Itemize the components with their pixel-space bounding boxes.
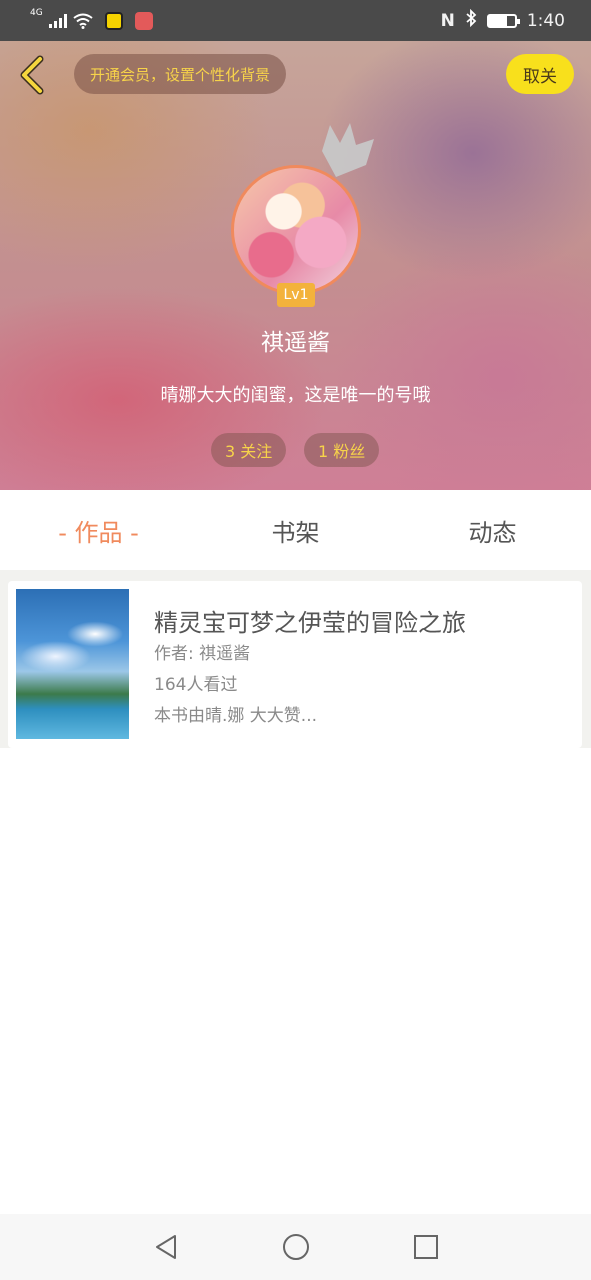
book-description: 本书由晴.娜 大大赞... (154, 706, 318, 726)
status-left: 4G (30, 8, 153, 30)
unfollow-button[interactable]: 取关 (506, 54, 574, 94)
profile-tabs: - 作品 - 书架 动态 (0, 490, 591, 570)
username: 祺遥酱 (261, 330, 330, 356)
book-cover (16, 589, 129, 739)
signal-icon (48, 13, 67, 28)
back-button[interactable] (14, 55, 48, 95)
status-bar: 4G N 1:40 (0, 0, 591, 41)
nav-home-button[interactable] (282, 1233, 310, 1261)
following-count[interactable]: 3 关注 (211, 433, 287, 467)
clock: 1:40 (526, 10, 565, 31)
chevron-left-icon (20, 55, 44, 95)
circle-home-icon (282, 1234, 309, 1260)
book-app-notification-icon (134, 11, 153, 30)
book-card[interactable]: 精灵宝可梦之伊莹的冒险之旅 作者: 祺遥酱 164人看过 本书由晴.娜 大大赞.… (8, 581, 582, 748)
bluetooth-icon (465, 8, 477, 32)
wifi-icon (73, 13, 93, 29)
profile-header: 开通会员，设置个性化背景 取关 Lv1 祺遥酱 晴娜大大的闺蜜，这是唯一的号哦 … (0, 41, 591, 490)
works-list: 精灵宝可梦之伊莹的冒险之旅 作者: 祺遥酱 164人看过 本书由晴.娜 大大赞.… (0, 570, 591, 748)
book-title: 精灵宝可梦之伊莹的冒险之旅 (154, 609, 466, 637)
nfc-icon: N (440, 10, 455, 31)
status-right: N 1:40 (440, 8, 565, 32)
nav-recent-button[interactable] (412, 1233, 440, 1261)
battery-icon (486, 13, 520, 28)
nav-back-button[interactable] (152, 1233, 180, 1261)
square-recent-icon (413, 1235, 438, 1259)
avatar[interactable] (231, 165, 361, 295)
system-nav-bar (0, 1214, 591, 1280)
tab-bookshelf[interactable]: 书架 (197, 513, 394, 548)
avatar-image (231, 165, 361, 295)
network-type: 4G (30, 7, 43, 18)
triangle-back-icon (155, 1235, 176, 1259)
book-author: 作者: 祺遥酱 (154, 644, 251, 664)
tab-activity[interactable]: 动态 (394, 513, 591, 548)
level-badge: Lv1 (277, 283, 315, 307)
book-views: 164人看过 (154, 675, 238, 695)
followers-count[interactable]: 1 粉丝 (304, 433, 380, 467)
app-notification-icon (104, 11, 123, 30)
vip-background-prompt[interactable]: 开通会员，设置个性化背景 (74, 54, 287, 94)
user-bio: 晴娜大大的闺蜜，这是唯一的号哦 (160, 385, 431, 406)
tab-works[interactable]: - 作品 - (0, 513, 197, 548)
